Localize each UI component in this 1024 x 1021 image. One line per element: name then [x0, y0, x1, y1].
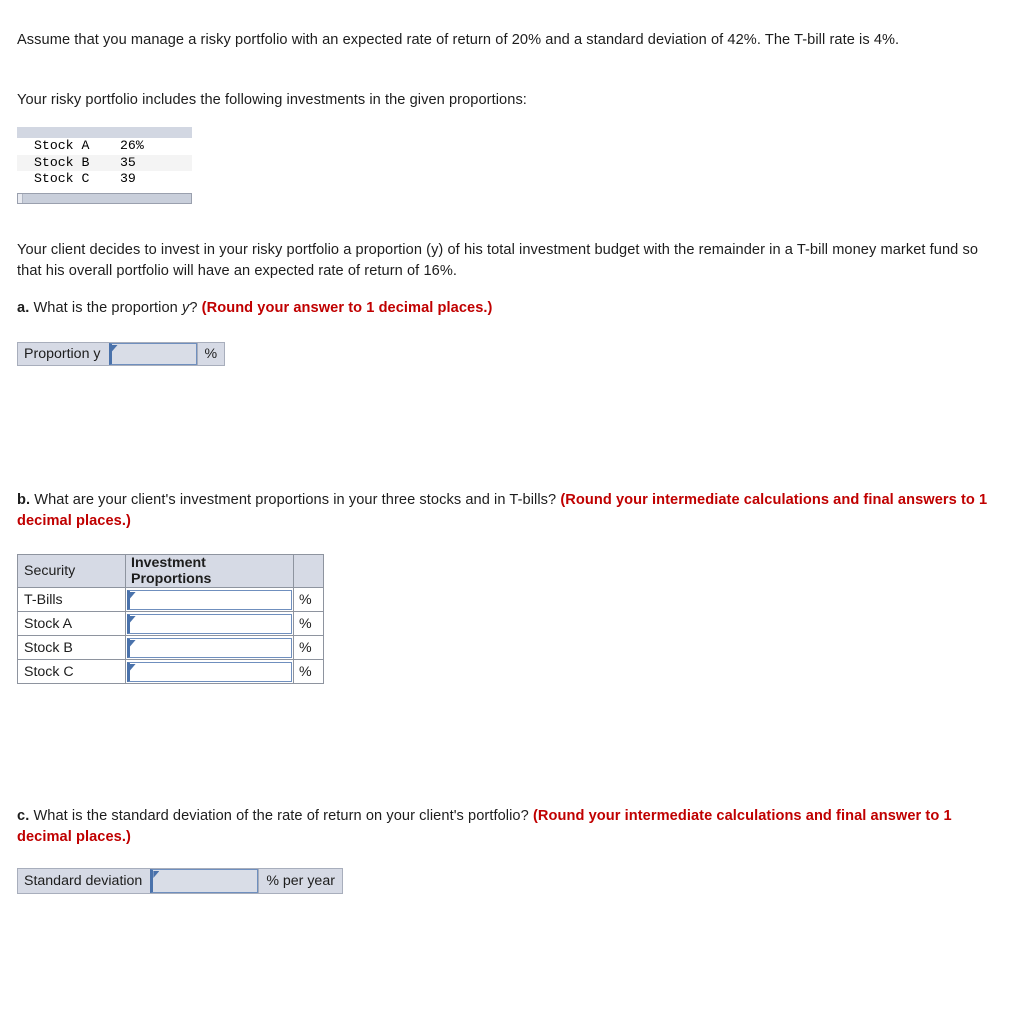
- standard-deviation-unit: % per year: [258, 869, 342, 893]
- table-row: Stock B 35: [17, 154, 192, 171]
- stock-name: Stock C: [34, 171, 90, 186]
- question-a-marker: a.: [17, 300, 30, 316]
- proportion-input-cell[interactable]: [125, 635, 294, 660]
- portfolio-table-body: Stock A 26% Stock B 35 Stock C 39: [17, 138, 192, 188]
- question-c-marker: c.: [17, 808, 30, 824]
- proportion-input-cell[interactable]: [125, 587, 294, 612]
- unit-label: %: [293, 587, 324, 612]
- header-unit-blank: [293, 554, 324, 588]
- client-paragraph-text: Your client decides to invest in your ri…: [17, 242, 979, 279]
- question-a-prompt: a. What is the proportion y? (Round your…: [17, 298, 982, 319]
- question-b-marker: b.: [17, 492, 31, 508]
- proportion-input-cell[interactable]: [125, 611, 294, 636]
- intro-paragraph-2: Your risky portfolio includes the follow…: [17, 92, 527, 108]
- stock-name: Stock A: [34, 138, 90, 153]
- question-c-prompt: c. What is the standard deviation of the…: [17, 806, 982, 848]
- security-name: Stock A: [17, 611, 126, 636]
- header-investment-proportions: Investment Proportions: [125, 554, 294, 588]
- security-name: T-Bills: [17, 587, 126, 612]
- security-name: Stock B: [17, 635, 126, 660]
- portfolio-table-scrollbar[interactable]: [17, 192, 192, 204]
- standard-deviation-input[interactable]: [150, 869, 259, 893]
- table-row: T-Bills %: [17, 587, 324, 612]
- question-c-text: What is the standard deviation of the ra…: [29, 808, 533, 824]
- standard-deviation-label: Standard deviation: [24, 873, 143, 889]
- question-a-text-after: ?: [189, 300, 202, 316]
- intro-paragraph-1: Assume that you manage a risky portfolio…: [17, 32, 900, 48]
- table-header-row: Security Investment Proportions: [17, 554, 324, 588]
- proportion-y-unit: %: [196, 343, 225, 365]
- portfolio-table-header-bar: [17, 127, 192, 138]
- question-a-text-before: What is the proportion: [29, 300, 182, 316]
- stock-value: 39: [120, 171, 136, 186]
- header-security: Security: [17, 554, 126, 588]
- stock-name: Stock B: [34, 154, 90, 170]
- proportion-input-cell[interactable]: [125, 659, 294, 684]
- standard-deviation-answer-strip: Standard deviation % per year: [17, 868, 343, 894]
- stock-value: 26%: [120, 138, 144, 153]
- table-row: Stock A %: [17, 611, 324, 636]
- unit-label: %: [293, 635, 324, 660]
- table-row: Stock C 39: [17, 171, 192, 188]
- table-row: Stock B %: [17, 635, 324, 660]
- question-a-round-note: (Round your answer to 1 decimal places.): [201, 300, 493, 316]
- stock-value: 35: [120, 154, 136, 170]
- investment-proportions-table: Security Investment Proportions T-Bills …: [17, 554, 324, 684]
- proportion-input-tbills[interactable]: [127, 589, 292, 610]
- table-row: Stock C %: [17, 659, 324, 684]
- unit-label: %: [293, 611, 324, 636]
- client-paragraph: Your client decides to invest in your ri…: [17, 240, 982, 282]
- proportion-input-stock-a[interactable]: [127, 613, 292, 634]
- unit-label: %: [293, 659, 324, 684]
- proportion-y-answer-strip: Proportion y %: [17, 342, 226, 366]
- proportion-input-stock-c[interactable]: [127, 661, 292, 682]
- proportion-input-stock-b[interactable]: [127, 637, 292, 658]
- proportion-y-input[interactable]: [108, 343, 197, 365]
- proportion-y-label: Proportion y: [24, 346, 101, 362]
- question-page: Assume that you manage a risky portfolio…: [0, 0, 1024, 1021]
- question-b-prompt: b. What are your client's investment pro…: [17, 490, 992, 532]
- security-name: Stock C: [17, 659, 126, 684]
- question-b-text: What are your client's investment propor…: [30, 492, 561, 508]
- portfolio-proportions-table: Stock A 26% Stock B 35 Stock C 39: [17, 127, 192, 204]
- table-row: Stock A 26%: [17, 138, 192, 155]
